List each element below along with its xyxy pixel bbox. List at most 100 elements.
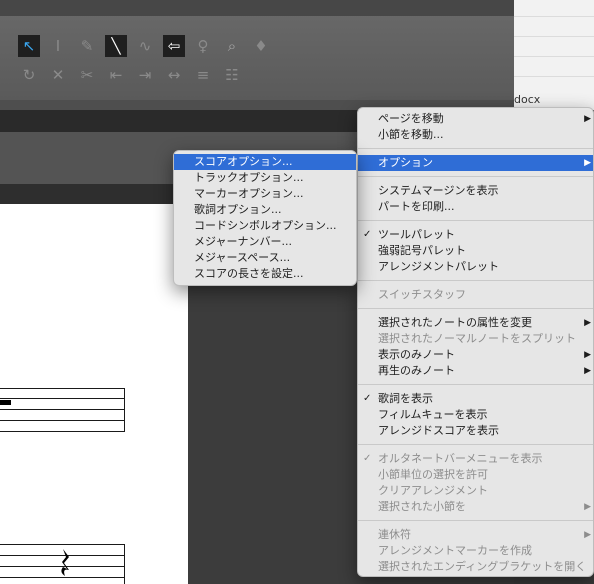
menu-item-label: ツールパレット — [378, 228, 455, 241]
menu-item[interactable]: コードシンボルオプション... — [174, 218, 356, 234]
menu-item: クリアアレンジメント — [358, 483, 593, 499]
menu-item[interactable]: パートを印刷... — [358, 199, 593, 215]
scissors-icon[interactable]: ✂ — [76, 64, 98, 86]
menu-item-label: スコアオプション... — [194, 155, 293, 168]
menu-item[interactable]: 選択されたノートの属性を変更 ▶ — [358, 315, 593, 331]
menu-item: 選択されたノーマルノートをスプリット — [358, 331, 593, 347]
menu-item[interactable]: ✓ 歌詞を表示 — [358, 391, 593, 407]
tuning-icon[interactable]: ♦ — [250, 35, 272, 57]
brush-icon[interactable]: ♀ — [192, 35, 214, 57]
magnifier-icon[interactable]: ⌕ — [221, 35, 243, 57]
checkmark-icon: ✓ — [363, 393, 372, 404]
submenu-arrow-icon: ▶ — [584, 318, 591, 328]
menu-item-label: スイッチスタッフ — [378, 288, 466, 301]
menu-item-label: 歌詞を表示 — [378, 392, 433, 405]
checkmark-icon: ✓ — [363, 453, 372, 464]
pencil-icon[interactable]: ✎ — [76, 35, 98, 57]
menu-item: ✓ オルタネートバーメニューを表示 — [358, 451, 593, 467]
expand-icon[interactable]: ↔ — [163, 64, 185, 86]
menu-item-label: 選択されたノートの属性を変更 — [378, 316, 532, 329]
submenu-arrow-icon: ▶ — [584, 366, 591, 376]
menu-item[interactable]: マーカーオプション... — [174, 186, 356, 202]
menu-separator — [358, 220, 593, 221]
menu-item-label: コードシンボルオプション... — [194, 219, 337, 232]
checkmark-icon: ✓ — [363, 229, 372, 240]
menu-item[interactable]: 歌詞オプション... — [174, 202, 356, 218]
staff-line — [0, 398, 125, 399]
menu-item-label: 歌詞オプション... — [194, 203, 282, 216]
document-filename: docx — [514, 93, 541, 106]
menu-separator — [358, 444, 593, 445]
menu-item-label: フィルムキューを表示 — [378, 408, 488, 421]
rotate-icon[interactable]: ↻ — [18, 64, 40, 86]
text-cursor-icon[interactable]: I — [47, 35, 69, 57]
insert-left-icon[interactable]: ⇤ — [105, 64, 127, 86]
menu-item-label: 選択されたノーマルノートをスプリット — [378, 332, 576, 345]
options-submenu: スコアオプション... トラックオプション... マーカーオプション... 歌詞オプシ… — [173, 150, 357, 286]
menu-item[interactable]: フィルムキューを表示 — [358, 407, 593, 423]
close-x-icon[interactable]: ✕ — [47, 64, 69, 86]
menu-item[interactable]: システムマージンを表示 — [358, 183, 593, 199]
menu-item-label: ページを移動 — [378, 112, 444, 125]
quarter-rest-icon[interactable] — [58, 548, 74, 582]
split-icon[interactable]: ≡ — [192, 64, 214, 86]
menu-item[interactable]: トラックオプション... — [174, 170, 356, 186]
staff-line — [0, 388, 125, 389]
menu-item-label: トラックオプション... — [194, 171, 304, 184]
menu-item[interactable]: 小節を移動... — [358, 127, 593, 143]
menu-item[interactable]: メジャースペース... — [174, 250, 356, 266]
curve-icon[interactable]: ∿ — [134, 35, 156, 57]
menu-item-label: 表示のみノート — [378, 348, 455, 361]
toolbar-top-strip — [0, 0, 514, 16]
menu-item-label: マーカーオプション... — [194, 187, 304, 200]
menu-item-label: クリアアレンジメント — [378, 484, 488, 497]
submenu-arrow-icon: ▶ — [584, 158, 591, 168]
menu-separator — [358, 520, 593, 521]
menu-item: 連休符 ▶ — [358, 527, 593, 543]
staff-line — [0, 544, 125, 545]
whole-rest[interactable] — [0, 400, 11, 405]
submenu-arrow-icon: ▶ — [584, 114, 591, 124]
menu-separator — [358, 308, 593, 309]
menu-item[interactable]: ページを移動 ▶ — [358, 111, 593, 127]
menu-item[interactable]: 再生のみノート ▶ — [358, 363, 593, 379]
context-menu: ページを移動 ▶ 小節を移動... オプション ▶ システムマージンを表示 パートを印刷..… — [357, 107, 594, 577]
menu-item: 小節単位の選択を許可 — [358, 467, 593, 483]
barline — [124, 544, 125, 584]
insert-right-icon[interactable]: ⇥ — [134, 64, 156, 86]
menu-item[interactable]: スコアオプション... — [174, 154, 356, 170]
menu-item-label: アレンジメントパレット — [378, 260, 499, 273]
menu-separator — [358, 384, 593, 385]
arrow-select-icon[interactable]: ↖ — [18, 35, 40, 57]
menu-item-label: 選択されたエンディングブラケットを開く — [378, 560, 587, 573]
menu-item[interactable]: アレンジメントパレット — [358, 259, 593, 275]
menu-item-label: 強弱記号パレット — [378, 244, 466, 257]
score-page[interactable] — [0, 204, 188, 584]
menu-item[interactable]: アレンジドスコアを表示 — [358, 423, 593, 439]
menu-item[interactable]: オプション ▶ — [358, 155, 593, 171]
menu-item-label: メジャースペース... — [194, 251, 291, 264]
staff-line — [0, 409, 125, 410]
grid-icon[interactable]: ☷ — [221, 64, 243, 86]
left-arrow-box-icon[interactable]: ⇦ — [163, 35, 185, 57]
staff-line — [0, 431, 125, 432]
menu-item[interactable]: 強弱記号パレット — [358, 243, 593, 259]
staff-line — [0, 420, 125, 421]
menu-item: スイッチスタッフ — [358, 287, 593, 303]
menu-item-label: 連休符 — [378, 528, 411, 541]
menu-item-label: 小節を移動... — [378, 128, 444, 141]
menu-item[interactable]: メジャーナンバー... — [174, 234, 356, 250]
menu-item-label: メジャーナンバー... — [194, 235, 292, 248]
menu-item-label: 選択された小節を — [378, 500, 466, 513]
menu-item-label: 再生のみノート — [378, 364, 455, 377]
menu-item-label: オプション — [378, 156, 433, 169]
menu-item[interactable]: ✓ ツールパレット — [358, 227, 593, 243]
menu-item-label: パートを印刷... — [378, 200, 455, 213]
menu-item[interactable]: スコアの長さを設定... — [174, 266, 356, 282]
menu-item-label: スコアの長さを設定... — [194, 267, 304, 280]
doc-divider — [514, 76, 594, 77]
line-icon[interactable]: ╲ — [105, 35, 127, 57]
menu-item-label: オルタネートバーメニューを表示 — [378, 452, 543, 465]
menu-item[interactable]: 表示のみノート ▶ — [358, 347, 593, 363]
doc-divider — [514, 36, 594, 37]
